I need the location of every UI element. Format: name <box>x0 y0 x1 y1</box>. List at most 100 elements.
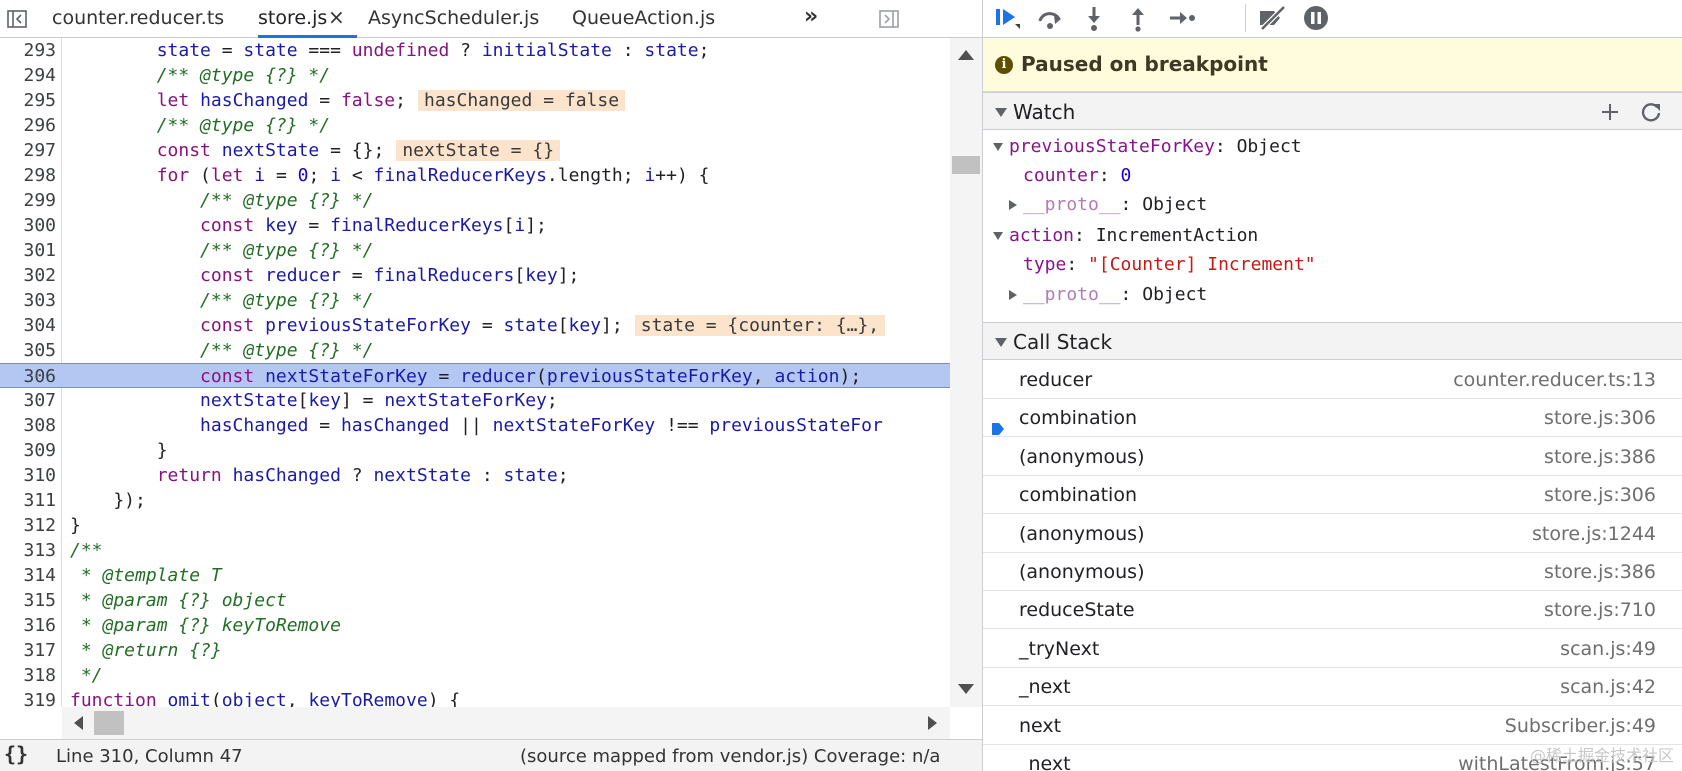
line-number[interactable]: 313 <box>0 538 56 563</box>
pretty-print-button[interactable]: {} <box>4 742 28 766</box>
more-tabs-icon[interactable]: » <box>804 0 818 36</box>
frame-location[interactable]: counter.reducer.ts:13 <box>1453 361 1656 399</box>
execution-line[interactable]: 306 const nextStateForKey = reducer(prev… <box>0 363 950 388</box>
code-line[interactable]: 307 nextState[key] = nextStateForKey; <box>0 388 950 413</box>
line-number[interactable]: 302 <box>0 263 56 288</box>
line-number[interactable]: 296 <box>0 113 56 138</box>
line-number[interactable]: 319 <box>0 688 56 707</box>
resume-button[interactable] <box>991 2 1025 34</box>
line-number[interactable]: 312 <box>0 513 56 538</box>
frame-location[interactable]: store.js:710 <box>1544 591 1656 629</box>
code-line[interactable]: 316 * @param {?} keyToRemove <box>0 613 950 638</box>
line-number[interactable]: 298 <box>0 163 56 188</box>
code-line[interactable]: 309 } <box>0 438 950 463</box>
deactivate-breakpoints-button[interactable] <box>1255 2 1289 34</box>
line-number[interactable]: 297 <box>0 138 56 163</box>
frame-location[interactable]: store.js:306 <box>1544 399 1656 437</box>
line-number[interactable]: 304 <box>0 313 56 338</box>
call-frame[interactable]: (anonymous) store.js:386 <box>983 553 1682 591</box>
code-line[interactable]: 293 state = state === undefined ? initia… <box>0 38 950 63</box>
code-editor[interactable]: 293 state = state === undefined ? initia… <box>0 38 950 707</box>
frame-location[interactable]: store.js:306 <box>1544 476 1656 514</box>
toggle-navigator-icon[interactable] <box>4 6 30 32</box>
scroll-right-icon[interactable] <box>928 716 937 730</box>
frame-location[interactable]: store.js:386 <box>1544 438 1656 476</box>
line-number[interactable]: 307 <box>0 388 56 413</box>
line-number[interactable]: 315 <box>0 588 56 613</box>
line-number[interactable]: 299 <box>0 188 56 213</box>
scroll-left-icon[interactable] <box>74 716 83 730</box>
code-line[interactable]: 294 /** @type {?} */ <box>0 63 950 88</box>
line-number[interactable]: 317 <box>0 638 56 663</box>
line-number[interactable]: 308 <box>0 413 56 438</box>
step-into-button[interactable] <box>1077 2 1111 34</box>
code-line[interactable]: 317 * @return {?} <box>0 638 950 663</box>
frame-location[interactable]: scan.js:49 <box>1560 630 1656 668</box>
line-number[interactable]: 293 <box>0 38 56 63</box>
step-out-button[interactable] <box>1121 2 1155 34</box>
line-number[interactable]: 318 <box>0 663 56 688</box>
watch-item[interactable]: type: "[Counter] Increment" <box>983 250 1682 280</box>
close-tab-icon[interactable]: × <box>328 0 345 34</box>
refresh-icon[interactable] <box>1638 99 1664 125</box>
expand-right-icon[interactable] <box>1009 200 1017 210</box>
code-line[interactable]: 308 hasChanged = hasChanged || nextState… <box>0 413 950 438</box>
code-line[interactable]: 311 }); <box>0 488 950 513</box>
call-frame[interactable]: next Subscriber.js:49 <box>983 707 1682 745</box>
code-line[interactable]: 310 return hasChanged ? nextState : stat… <box>0 463 950 488</box>
line-number[interactable]: 305 <box>0 338 56 363</box>
call-frame[interactable]: reduceState store.js:710 <box>983 591 1682 630</box>
line-number[interactable]: 294 <box>0 63 56 88</box>
line-number[interactable]: 300 <box>0 213 56 238</box>
code-line[interactable]: 305 /** @type {?} */ <box>0 338 950 363</box>
step-over-button[interactable] <box>1033 2 1067 34</box>
vertical-scroll-thumb[interactable] <box>952 156 980 174</box>
watch-item[interactable]: action: IncrementAction <box>983 221 1682 251</box>
tab-counter-reducer[interactable]: counter.reducer.ts <box>52 0 224 38</box>
call-frame[interactable]: _tryNext scan.js:49 <box>983 630 1682 668</box>
tab-queue-action[interactable]: QueueAction.js <box>572 0 715 38</box>
line-number[interactable]: 314 <box>0 563 56 588</box>
line-number[interactable]: 306 <box>0 364 56 389</box>
call-frame[interactable]: (anonymous) store.js:1244 <box>983 515 1682 553</box>
vertical-scrollbar[interactable] <box>950 38 982 707</box>
call-frame[interactable]: _next scan.js:42 <box>983 668 1682 707</box>
line-number[interactable]: 303 <box>0 288 56 313</box>
frame-location[interactable]: store.js:386 <box>1544 553 1656 591</box>
code-line[interactable]: 312} <box>0 513 950 538</box>
code-line[interactable]: 314 * @template T <box>0 563 950 588</box>
line-number[interactable]: 295 <box>0 88 56 113</box>
tab-async-scheduler[interactable]: AsyncScheduler.js <box>368 0 539 38</box>
call-stack-section-header[interactable]: Call Stack <box>983 322 1682 360</box>
toggle-debugger-sidebar-icon[interactable] <box>876 6 902 32</box>
plus-icon[interactable] <box>1597 99 1623 125</box>
code-line[interactable]: 319 function omit(object, keyToRemove) { <box>0 688 950 707</box>
horizontal-scroll-thumb[interactable] <box>94 711 124 735</box>
code-line[interactable]: 304 const previousStateForKey = state[ke… <box>0 313 950 338</box>
watch-item[interactable]: previousStateForKey: Object <box>983 132 1682 162</box>
line-number[interactable]: 301 <box>0 238 56 263</box>
call-frame[interactable]: (anonymous) store.js:386 <box>983 438 1682 476</box>
line-number[interactable]: 309 <box>0 438 56 463</box>
line-number[interactable]: 310 <box>0 463 56 488</box>
code-line[interactable]: 302 const reducer = finalReducers[key]; <box>0 263 950 288</box>
watch-item[interactable]: __proto__: Object <box>983 190 1682 220</box>
call-frame[interactable]: combination store.js:306 <box>983 476 1682 515</box>
code-line[interactable]: 301 /** @type {?} */ <box>0 238 950 263</box>
pause-on-exceptions-button[interactable] <box>1299 2 1333 34</box>
call-frame-current[interactable]: combination store.js:306 <box>983 399 1682 438</box>
code-line[interactable]: 298 for (let i = 0; i < finalReducerKeys… <box>0 163 950 188</box>
expand-down-icon[interactable] <box>993 143 1003 151</box>
source-map-info[interactable]: (source mapped from vendor.js) Coverage:… <box>520 746 940 767</box>
scroll-up-icon[interactable] <box>958 50 974 60</box>
code-line[interactable]: 303 /** @type {?} */ <box>0 288 950 313</box>
code-line[interactable]: 297 const nextState = {}; nextState = {} <box>0 138 950 163</box>
code-line[interactable]: 300 const key = finalReducerKeys[i]; <box>0 213 950 238</box>
step-button[interactable] <box>1165 2 1199 34</box>
watch-item[interactable]: counter: 0 <box>983 161 1682 191</box>
code-line[interactable]: 318 */ <box>0 663 950 688</box>
watch-item[interactable]: __proto__: Object <box>983 280 1682 310</box>
code-line[interactable]: 296 /** @type {?} */ <box>0 113 950 138</box>
expand-right-icon[interactable] <box>1009 289 1017 300</box>
code-line[interactable]: 299 /** @type {?} */ <box>0 188 950 213</box>
